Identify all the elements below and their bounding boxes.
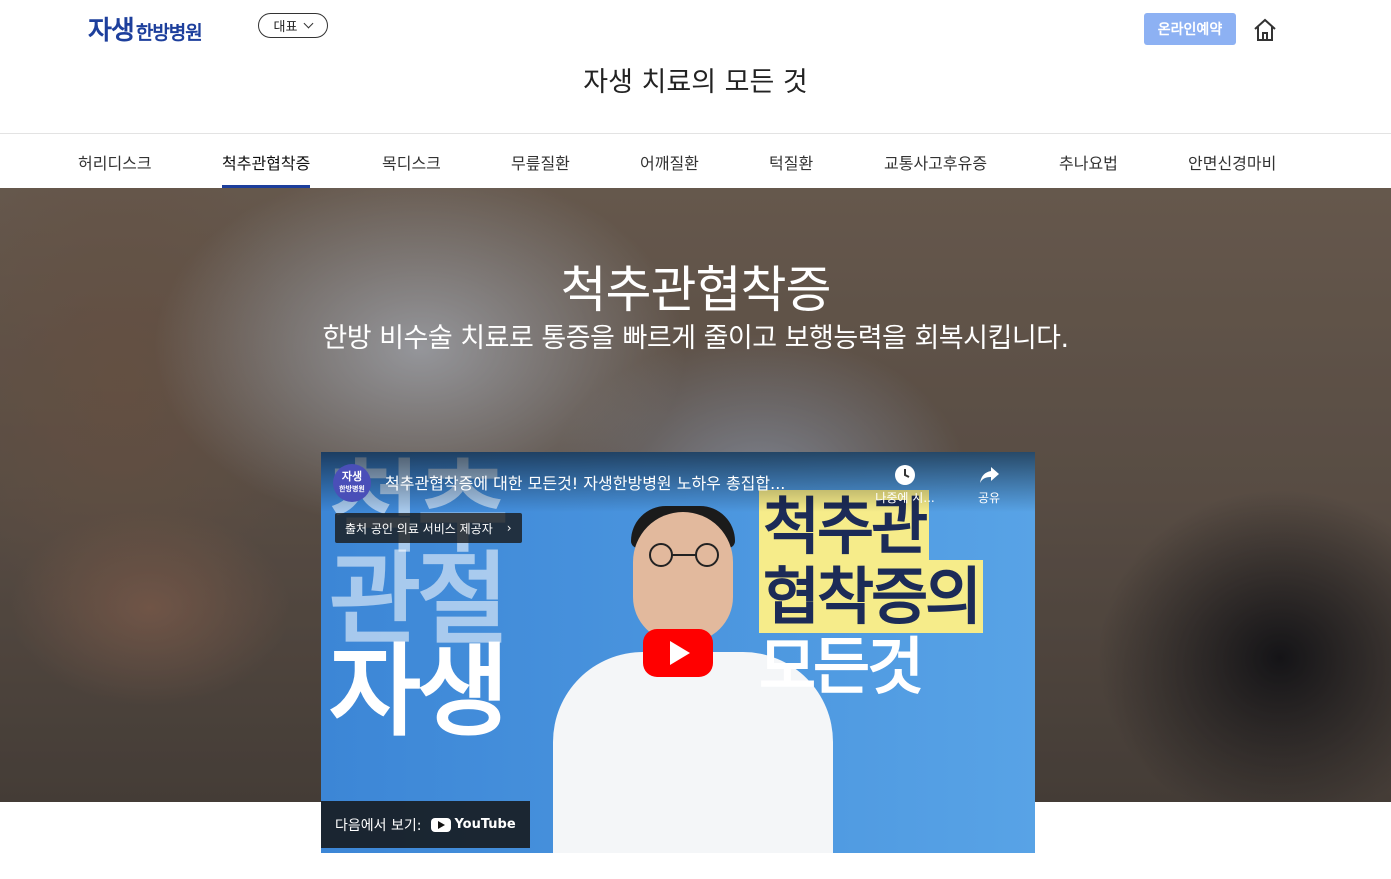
- youtube-logo: YouTube: [431, 817, 516, 832]
- youtube-play-icon: [431, 817, 452, 832]
- branch-select[interactable]: 대표: [258, 13, 328, 38]
- category-tabs: 허리디스크 척추관협착증 목디스크 무릎질환 어깨질환 턱질환 교통사고후유증 …: [0, 135, 1391, 188]
- page-title: 자생 치료의 모든 것: [583, 67, 808, 98]
- hero-subtitle: 한방 비수술 치료로 통증을 빠르게 줄이고 보행능력을 회복시킵니다.: [322, 323, 1069, 354]
- thumbnail-word: 협착증의: [759, 560, 984, 633]
- source-info-text: 출처 공인 의료 서비스 제공자: [345, 521, 493, 536]
- tab-traffic-accident[interactable]: 교통사고후유증: [884, 135, 987, 188]
- youtube-logo-text: YouTube: [454, 817, 516, 832]
- logo-text-main: 자생: [88, 16, 135, 46]
- video-title[interactable]: 척추관협착증에 대한 모든것! 자생한방병원 노하우 총집합...: [385, 470, 865, 494]
- youtube-video-embed[interactable]: 척추 관절 자생 척추관 협착증의 모든것 자생 한방병원 척추관협착증에 대한…: [321, 452, 1035, 853]
- branch-select-value: 대표: [273, 20, 298, 35]
- online-reservation-button[interactable]: 온라인예약: [1144, 13, 1236, 45]
- share-arrow-icon: [980, 467, 999, 483]
- clock-icon: [895, 465, 915, 485]
- share-label: 공유: [977, 491, 1001, 505]
- channel-avatar-subtext: 한방병원: [339, 485, 365, 493]
- thumbnail-word: 모든것: [759, 630, 924, 703]
- tab-herniated-lumbar-disc[interactable]: 허리디스크: [78, 135, 152, 188]
- tab-facial-palsy[interactable]: 안면신경마비: [1188, 135, 1276, 188]
- tab-chuna[interactable]: 추나요법: [1059, 135, 1118, 188]
- watch-later-button[interactable]: 나중에 시...: [875, 464, 935, 506]
- watch-later-label: 나중에 시...: [875, 491, 935, 505]
- channel-avatar-text: 자생: [341, 470, 363, 483]
- tab-knee[interactable]: 무릎질환: [511, 135, 570, 188]
- tab-shoulder[interactable]: 어깨질환: [640, 135, 699, 188]
- chevron-right-icon: ›: [506, 521, 512, 535]
- tab-neck-disc[interactable]: 목디스크: [382, 135, 441, 188]
- chevron-down-icon: [304, 18, 314, 29]
- play-button[interactable]: [643, 629, 713, 677]
- hero-title: 척추관협착증: [560, 261, 832, 319]
- logo-text-sub: 한방병원: [135, 22, 203, 44]
- site-header: 자생 한방병원 대표 온라인예약 자생 치료의 모든 것: [0, 0, 1391, 134]
- home-icon[interactable]: [1252, 17, 1278, 43]
- tab-jaw[interactable]: 턱질환: [769, 135, 813, 188]
- thumbnail-word: 자생: [329, 633, 509, 750]
- thumbnail-text-right: 척추관 협착증의 모든것: [759, 490, 1029, 703]
- doctor-head: [633, 512, 733, 642]
- share-button[interactable]: 공유: [959, 464, 1019, 506]
- tab-spinal-stenosis[interactable]: 척추관협착증: [222, 135, 311, 188]
- watch-on-label: 다음에서 보기:: [335, 817, 422, 834]
- channel-avatar[interactable]: 자생 한방병원: [333, 464, 371, 502]
- site-logo[interactable]: 자생 한방병원: [88, 10, 203, 47]
- glasses-icon: [649, 543, 719, 567]
- watch-on-youtube-button[interactable]: 다음에서 보기: YouTube: [321, 801, 530, 848]
- source-info-badge[interactable]: 출처 공인 의료 서비스 제공자 ›: [335, 513, 522, 543]
